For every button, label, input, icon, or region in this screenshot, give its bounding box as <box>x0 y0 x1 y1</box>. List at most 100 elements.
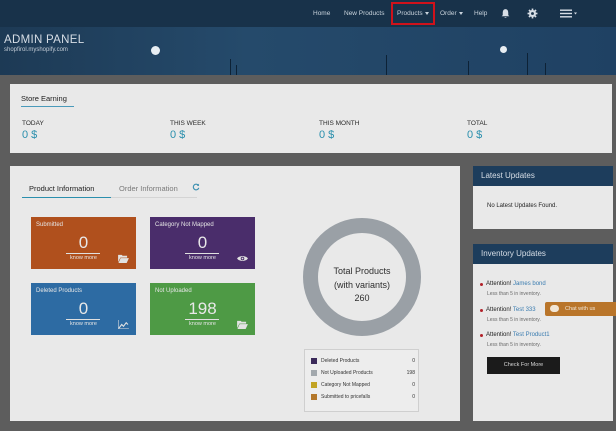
folder-open-icon <box>118 254 129 263</box>
latest-updates-header: Latest Updates <box>473 166 613 186</box>
not-uploaded-card[interactable]: Not Uploaded 198 know more <box>150 283 255 335</box>
total-products-donut-chart <box>303 218 421 336</box>
earning-total-value: 0 $ <box>467 129 483 141</box>
banner-decoration <box>236 65 237 75</box>
banner-decoration <box>386 55 387 75</box>
store-earning-panel <box>10 84 612 153</box>
alert-note: Less than 5 in inventory. <box>487 317 541 323</box>
nav-home[interactable]: Home <box>313 0 330 27</box>
legend-value: 0 <box>412 394 415 400</box>
eye-icon <box>237 256 248 261</box>
tab-product-information[interactable]: Product Information <box>29 184 94 193</box>
dandelion-seed-image <box>151 46 160 55</box>
hamburger-menu-icon[interactable] <box>560 0 578 27</box>
alert-prefix: Attention! <box>486 281 514 287</box>
card-value: 0 <box>197 233 208 252</box>
donut-label-line2: (with variants) <box>333 280 390 290</box>
alert-note: Less than 5 in inventory. <box>487 342 541 348</box>
chat-with-us-button[interactable]: Chat with us <box>545 302 616 316</box>
legend-item: Deleted Products 0 <box>311 357 415 365</box>
legend-swatch <box>311 358 317 364</box>
alert-prefix: Attention! <box>486 307 513 313</box>
banner-decoration <box>527 53 528 75</box>
category-not-mapped-card[interactable]: Category Not Mapped 0 know more <box>150 217 255 269</box>
folder-open-icon <box>237 320 248 329</box>
earning-total-label: TOTAL <box>467 120 488 127</box>
nav-products-label: Products <box>397 10 423 17</box>
earning-month-value: 0 $ <box>319 129 335 141</box>
tab-order-information[interactable]: Order Information <box>119 184 178 193</box>
legend-label: Submitted to pricefalls <box>321 394 371 400</box>
active-tab-indicator <box>22 197 111 198</box>
card-divider <box>66 253 100 254</box>
nav-help[interactable]: Help <box>474 0 487 27</box>
inventory-alert: Attention! James bond <box>480 281 546 287</box>
card-divider <box>66 319 100 320</box>
alert-note: Less than 5 in inventory. <box>487 291 541 297</box>
chart-legend: Deleted Products 0 Not Uploaded Products… <box>304 349 419 412</box>
inventory-alert: Attention! Test Product1 <box>480 332 550 338</box>
card-title: Not Uploaded <box>155 288 192 294</box>
product-link[interactable]: James bond <box>513 281 546 287</box>
refresh-icon[interactable] <box>192 178 200 196</box>
alert-prefix: Attention! <box>486 332 513 338</box>
gear-icon[interactable] <box>527 0 538 27</box>
card-value: 0 <box>78 233 89 252</box>
submitted-card[interactable]: Submitted 0 know more <box>31 217 136 269</box>
nav-new-products[interactable]: New Products <box>344 0 384 27</box>
earning-week-value: 0 $ <box>170 129 186 141</box>
card-value: 198 <box>188 299 217 318</box>
product-link[interactable]: Test 333 <box>513 307 536 313</box>
banner-decoration <box>545 63 546 75</box>
earning-today-value: 0 $ <box>22 129 38 141</box>
legend-value: 0 <box>412 382 415 388</box>
check-for-more-button[interactable]: Check For More <box>487 357 560 374</box>
chat-bubble-icon <box>550 305 559 312</box>
legend-value: 198 <box>406 370 415 376</box>
card-value: 0 <box>78 299 89 318</box>
chat-label: Chat with us <box>565 306 596 312</box>
legend-swatch <box>311 370 317 376</box>
area-chart-icon <box>118 320 129 329</box>
title-underline <box>21 106 74 107</box>
admin-banner: ADMIN PANEL shopfirol.myshopify.com <box>0 27 616 75</box>
alert-bullet <box>480 334 483 337</box>
card-title: Deleted Products <box>36 288 83 294</box>
no-updates-message: No Latest Updates Found. <box>487 203 558 209</box>
deleted-products-card[interactable]: Deleted Products 0 know more <box>31 283 136 335</box>
nav-products-dropdown[interactable]: Products <box>391 2 435 25</box>
alert-bullet <box>480 283 483 286</box>
legend-label: Not Uploaded Products <box>321 370 373 376</box>
bell-icon[interactable] <box>500 0 511 27</box>
banner-decoration <box>230 59 231 75</box>
legend-item: Category Not Mapped 0 <box>311 381 415 389</box>
legend-swatch <box>311 382 317 388</box>
legend-label: Category Not Mapped <box>321 382 370 388</box>
nav-order-dropdown[interactable]: Order <box>440 0 463 27</box>
earning-month-label: THIS MONTH <box>319 120 360 127</box>
card-divider <box>185 319 219 320</box>
store-earning-title: Store Earning <box>21 94 67 103</box>
legend-label: Deleted Products <box>321 358 360 364</box>
chevron-down-icon <box>424 11 429 15</box>
nav-order-label: Order <box>440 10 457 17</box>
banner-decoration <box>468 61 469 75</box>
legend-item: Submitted to pricefalls 0 <box>311 393 415 401</box>
shop-domain: shopfirol.myshopify.com <box>4 47 68 53</box>
inventory-updates-header: Inventory Updates <box>473 244 613 264</box>
donut-total-value: 260 <box>354 293 370 303</box>
earning-today-label: TODAY <box>22 120 44 127</box>
banner-title: ADMIN PANEL <box>4 34 85 46</box>
dandelion-image <box>500 46 507 53</box>
legend-value: 0 <box>412 358 415 364</box>
card-title: Category Not Mapped <box>155 222 214 228</box>
legend-swatch <box>311 394 317 400</box>
inventory-alert: Attention! Test 333 <box>480 307 536 313</box>
card-title: Submitted <box>36 222 64 228</box>
donut-label-line1: Total Products <box>333 266 391 276</box>
earning-week-label: THIS WEEK <box>170 120 206 127</box>
alert-bullet <box>480 309 483 312</box>
legend-item: Not Uploaded Products 198 <box>311 369 415 377</box>
product-link[interactable]: Test Product1 <box>513 332 550 338</box>
chevron-down-icon <box>458 11 463 15</box>
